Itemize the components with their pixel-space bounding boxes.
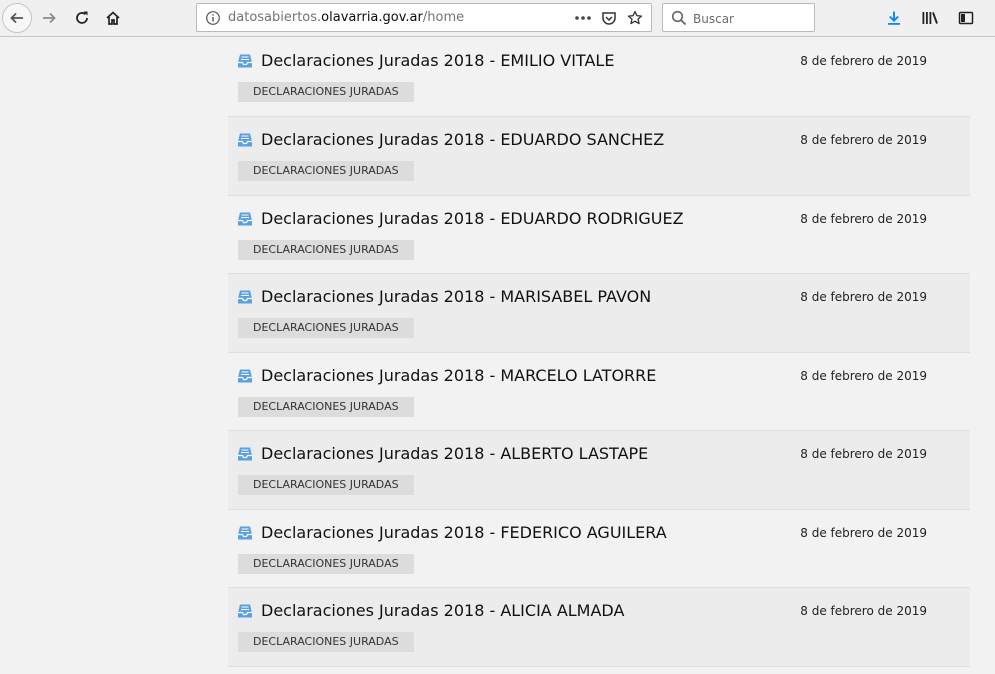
url-bar[interactable]: datosabiertos.olavarria.gov.ar/home: [196, 3, 652, 32]
pocket-icon: [602, 12, 616, 25]
dataset-item: Declaraciones Juradas 2018 - MARCELO LAT…: [228, 353, 970, 431]
search-input[interactable]: [691, 8, 810, 29]
dataset-tag[interactable]: DECLARACIONES JURADAS: [238, 475, 414, 495]
dataset-inbox-icon: [238, 604, 252, 618]
dataset-inbox-icon: [238, 133, 252, 147]
dataset-item: Declaraciones Juradas 2018 - EDUARDO SAN…: [228, 117, 970, 196]
dataset-date: 8 de febrero de 2019: [800, 447, 927, 461]
dataset-inbox-icon: [238, 369, 252, 382]
url-path: /home: [422, 10, 465, 25]
dataset-inbox-icon: [238, 54, 252, 68]
browser-toolbar: datosabiertos.olavarria.gov.ar/home: [0, 0, 995, 37]
forward-icon: [43, 12, 56, 24]
library-button[interactable]: [915, 3, 945, 33]
dataset-inbox-icon: [238, 526, 252, 539]
dataset-inbox-icon: [238, 212, 252, 225]
dataset-item: Declaraciones Juradas 2018 - EDUARDO ROD…: [228, 196, 970, 274]
dataset-date: 8 de febrero de 2019: [800, 525, 927, 540]
dataset-title[interactable]: Declaraciones Juradas 2018 - MARCELO LAT…: [261, 366, 656, 385]
dataset-tag[interactable]: DECLARACIONES JURADAS: [238, 161, 414, 181]
dataset-date: 8 de febrero de 2019: [800, 133, 927, 147]
bookmark-star-icon: [627, 10, 643, 25]
dataset-list: Declaraciones Juradas 2018 - EMILIO VITA…: [228, 38, 970, 667]
dataset-date: 8 de febrero de 2019: [800, 211, 927, 226]
dataset-tag[interactable]: DECLARACIONES JURADAS: [238, 632, 414, 652]
library-icon: [922, 12, 938, 24]
more-icon: [575, 16, 591, 20]
dataset-title[interactable]: Declaraciones Juradas 2018 - ALICIA ALMA…: [261, 601, 624, 620]
reload-button[interactable]: [67, 3, 97, 33]
dataset-tag[interactable]: DECLARACIONES JURADAS: [238, 396, 414, 417]
forward-button[interactable]: [34, 3, 64, 33]
url-domain: olavarria.gov.ar: [321, 10, 423, 25]
info-icon[interactable]: [205, 10, 221, 26]
dataset-item: Declaraciones Juradas 2018 - ALICIA ALMA…: [228, 588, 970, 667]
home-button[interactable]: [98, 3, 128, 33]
dataset-tag[interactable]: DECLARACIONES JURADAS: [238, 239, 414, 260]
pocket-button[interactable]: [599, 8, 619, 28]
dataset-item: Declaraciones Juradas 2018 - FEDERICO AG…: [228, 510, 970, 588]
dataset-inbox-icon: [238, 290, 252, 304]
page-actions-button[interactable]: [573, 8, 593, 28]
dataset-title[interactable]: Declaraciones Juradas 2018 - FEDERICO AG…: [261, 523, 667, 542]
back-button[interactable]: [2, 3, 32, 33]
dataset-tag[interactable]: DECLARACIONES JURADAS: [238, 318, 414, 338]
dataset-title[interactable]: Declaraciones Juradas 2018 - MARISABEL P…: [261, 287, 651, 306]
dataset-date: 8 de febrero de 2019: [800, 368, 927, 383]
home-icon: [106, 11, 120, 25]
sidebar-button[interactable]: [951, 3, 981, 33]
sidebar-icon: [958, 11, 974, 25]
downloads-button[interactable]: [879, 3, 909, 33]
dataset-title[interactable]: Declaraciones Juradas 2018 - EDUARDO ROD…: [261, 209, 684, 228]
dataset-title[interactable]: Declaraciones Juradas 2018 - EMILIO VITA…: [261, 51, 614, 70]
dataset-tag[interactable]: DECLARACIONES JURADAS: [238, 82, 414, 102]
search-icon: [671, 10, 687, 26]
dataset-title[interactable]: Declaraciones Juradas 2018 - ALBERTO LAS…: [261, 444, 648, 463]
dataset-date: 8 de febrero de 2019: [800, 290, 927, 304]
url-prefix: datosabiertos.: [228, 10, 322, 25]
back-icon: [10, 12, 23, 24]
search-bar[interactable]: [662, 3, 815, 32]
dataset-date: 8 de febrero de 2019: [800, 604, 927, 618]
dataset-title[interactable]: Declaraciones Juradas 2018 - EDUARDO SAN…: [261, 130, 664, 149]
dataset-tag[interactable]: DECLARACIONES JURADAS: [238, 553, 414, 574]
url-text[interactable]: datosabiertos.olavarria.gov.ar/home: [228, 10, 464, 25]
dataset-item: Declaraciones Juradas 2018 - EMILIO VITA…: [228, 38, 970, 117]
dataset-date: 8 de febrero de 2019: [800, 54, 927, 68]
dataset-item: Declaraciones Juradas 2018 - MARISABEL P…: [228, 274, 970, 353]
dataset-item: Declaraciones Juradas 2018 - ALBERTO LAS…: [228, 431, 970, 510]
bookmark-button[interactable]: [625, 8, 645, 28]
download-icon: [888, 11, 900, 25]
reload-icon: [76, 11, 88, 24]
dataset-inbox-icon: [238, 447, 252, 461]
